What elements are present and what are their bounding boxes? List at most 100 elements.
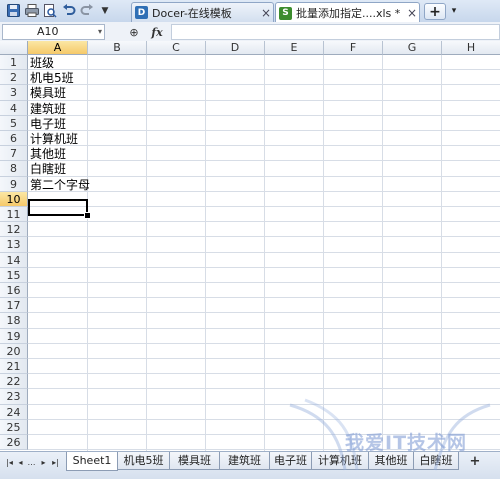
undo-icon[interactable]: [61, 3, 76, 18]
row-header-5[interactable]: 5: [0, 115, 28, 131]
spreadsheet-icon: S: [279, 6, 292, 20]
column-header-h[interactable]: H: [442, 41, 500, 55]
tab-label: 批量添加指定....xls *: [296, 7, 401, 20]
print-preview-icon[interactable]: [42, 3, 57, 18]
cell-a5[interactable]: 电子班: [29, 116, 66, 132]
row-header-18[interactable]: 18: [0, 313, 28, 329]
sheet-tab-3[interactable]: 模具班: [169, 452, 220, 470]
cell-a7[interactable]: 其他班: [29, 146, 66, 162]
redo-icon[interactable]: [79, 3, 94, 18]
sheet-tab-4[interactable]: 建筑班: [219, 452, 270, 470]
cell-a6[interactable]: 计算机班: [29, 131, 78, 147]
sheet-tab-2[interactable]: 机电5班: [117, 452, 170, 470]
sheet-tab-bar: |◂ ◂ … ▸ ▸| Sheet1 机电5班 模具班 建筑班 电子班 计算机班 其他班 白瞎…: [0, 451, 500, 479]
column-header-d[interactable]: D: [206, 41, 265, 55]
zoom-icon[interactable]: ⊕: [127, 25, 141, 39]
function-icon[interactable]: fx: [150, 25, 164, 39]
row-header-23[interactable]: 23: [0, 389, 28, 405]
row-header-25[interactable]: 25: [0, 419, 28, 435]
active-cell-a10[interactable]: [28, 199, 88, 216]
row-header-8[interactable]: 8: [0, 161, 28, 177]
more-sheets-icon[interactable]: …: [26, 456, 37, 468]
row-header-17[interactable]: 17: [0, 298, 28, 314]
row-header-15[interactable]: 15: [0, 267, 28, 283]
sheet-tab-7[interactable]: 其他班: [368, 452, 414, 470]
grid-row-line: [28, 388, 500, 390]
column-header-c[interactable]: C: [147, 41, 206, 55]
grid-row-line: [28, 175, 500, 177]
grid-row-line: [28, 266, 500, 268]
row-header-9[interactable]: 9: [0, 176, 28, 192]
title-tab-bar: ▼ D Docer-在线模板 × S 批量添加指定....xls * × + ▾: [0, 0, 500, 23]
grid-row-line: [28, 358, 500, 359]
print-icon[interactable]: [24, 3, 39, 18]
new-tab-dropdown-icon[interactable]: ▾: [448, 3, 460, 18]
fill-handle[interactable]: [84, 212, 91, 219]
cell-a9[interactable]: 第二个字母: [29, 177, 90, 193]
row-header-7[interactable]: 7: [0, 146, 28, 162]
sheet-tab-8[interactable]: 白瞎班: [413, 452, 459, 470]
column-header-b[interactable]: B: [88, 41, 147, 55]
cell-a4[interactable]: 建筑班: [29, 101, 66, 117]
cell-a1[interactable]: 班级: [29, 55, 54, 71]
column-header-g[interactable]: G: [383, 41, 442, 55]
cell-a8[interactable]: 白瞎班: [29, 161, 66, 177]
row-header-2[interactable]: 2: [0, 70, 28, 86]
spreadsheet-grid[interactable]: ABCDEFGH 1 2 3 4 5 6 7 8 9 10 11 12 13 14 15 16 17 18 19 20…: [0, 41, 500, 451]
row-header-16[interactable]: 16: [0, 283, 28, 299]
cell-a2[interactable]: 机电5班: [29, 70, 74, 86]
new-tab-button[interactable]: +: [424, 3, 446, 20]
row-header-6[interactable]: 6: [0, 131, 28, 147]
row-header-1[interactable]: 1: [0, 55, 28, 71]
row-header-10[interactable]: 10: [0, 191, 28, 207]
tab-docer-templates[interactable]: D Docer-在线模板 ×: [131, 2, 274, 22]
prev-sheet-icon[interactable]: ◂: [15, 456, 26, 468]
sheet-tab-5[interactable]: 电子班: [269, 452, 312, 470]
row-header-14[interactable]: 14: [0, 252, 28, 268]
column-header-e[interactable]: E: [265, 41, 324, 55]
formula-input[interactable]: [171, 24, 500, 40]
row-header-21[interactable]: 21: [0, 359, 28, 375]
row-header-3[interactable]: 3: [0, 85, 28, 101]
grid-row-line: [28, 84, 500, 86]
tab-label: Docer-在线模板: [152, 6, 232, 20]
row-header-13[interactable]: 13: [0, 237, 28, 253]
name-box-value: A10: [37, 25, 59, 38]
grid-row-line: [28, 99, 500, 101]
sheet-tab-1[interactable]: Sheet1: [66, 452, 118, 471]
row-header-20[interactable]: 20: [0, 343, 28, 359]
row-header-4[interactable]: 4: [0, 100, 28, 116]
row-header-12[interactable]: 12: [0, 222, 28, 238]
sheet-tab-6[interactable]: 计算机班: [311, 452, 369, 470]
name-box[interactable]: A10 ▾: [2, 24, 105, 40]
plus-icon: +: [429, 3, 441, 20]
column-header-a[interactable]: A: [28, 41, 88, 55]
row-header-19[interactable]: 19: [0, 328, 28, 344]
grid-row-line: [28, 206, 500, 207]
add-sheet-icon[interactable]: +: [468, 454, 482, 469]
formula-bar: A10 ▾ ⊕ fx: [0, 22, 500, 42]
cell-a3[interactable]: 模具班: [29, 85, 66, 101]
grid-row-line: [28, 190, 500, 192]
row-header-11[interactable]: 11: [0, 207, 28, 223]
close-tab-icon[interactable]: ×: [405, 6, 419, 20]
grid-row-line: [28, 342, 500, 344]
tab-spreadsheet-file[interactable]: S 批量添加指定....xls * ×: [275, 2, 420, 23]
last-sheet-icon[interactable]: ▸|: [50, 456, 61, 468]
save-icon[interactable]: [6, 3, 21, 18]
row-header-22[interactable]: 22: [0, 374, 28, 390]
grid-row-line: [28, 373, 500, 375]
customize-dropdown-icon[interactable]: ▼: [99, 3, 111, 18]
close-tab-icon[interactable]: ×: [259, 6, 273, 20]
grid-row-line: [28, 114, 500, 116]
docer-icon: D: [135, 6, 148, 19]
select-all-corner[interactable]: [0, 41, 28, 55]
row-header-26[interactable]: 26: [0, 435, 28, 451]
column-header-f[interactable]: F: [324, 41, 383, 55]
chevron-down-icon[interactable]: ▾: [98, 25, 102, 39]
first-sheet-icon[interactable]: |◂: [4, 456, 15, 468]
grid-row-line: [28, 282, 500, 283]
row-header-24[interactable]: 24: [0, 404, 28, 420]
next-sheet-icon[interactable]: ▸: [38, 456, 49, 468]
grid-row-line: [28, 327, 500, 329]
